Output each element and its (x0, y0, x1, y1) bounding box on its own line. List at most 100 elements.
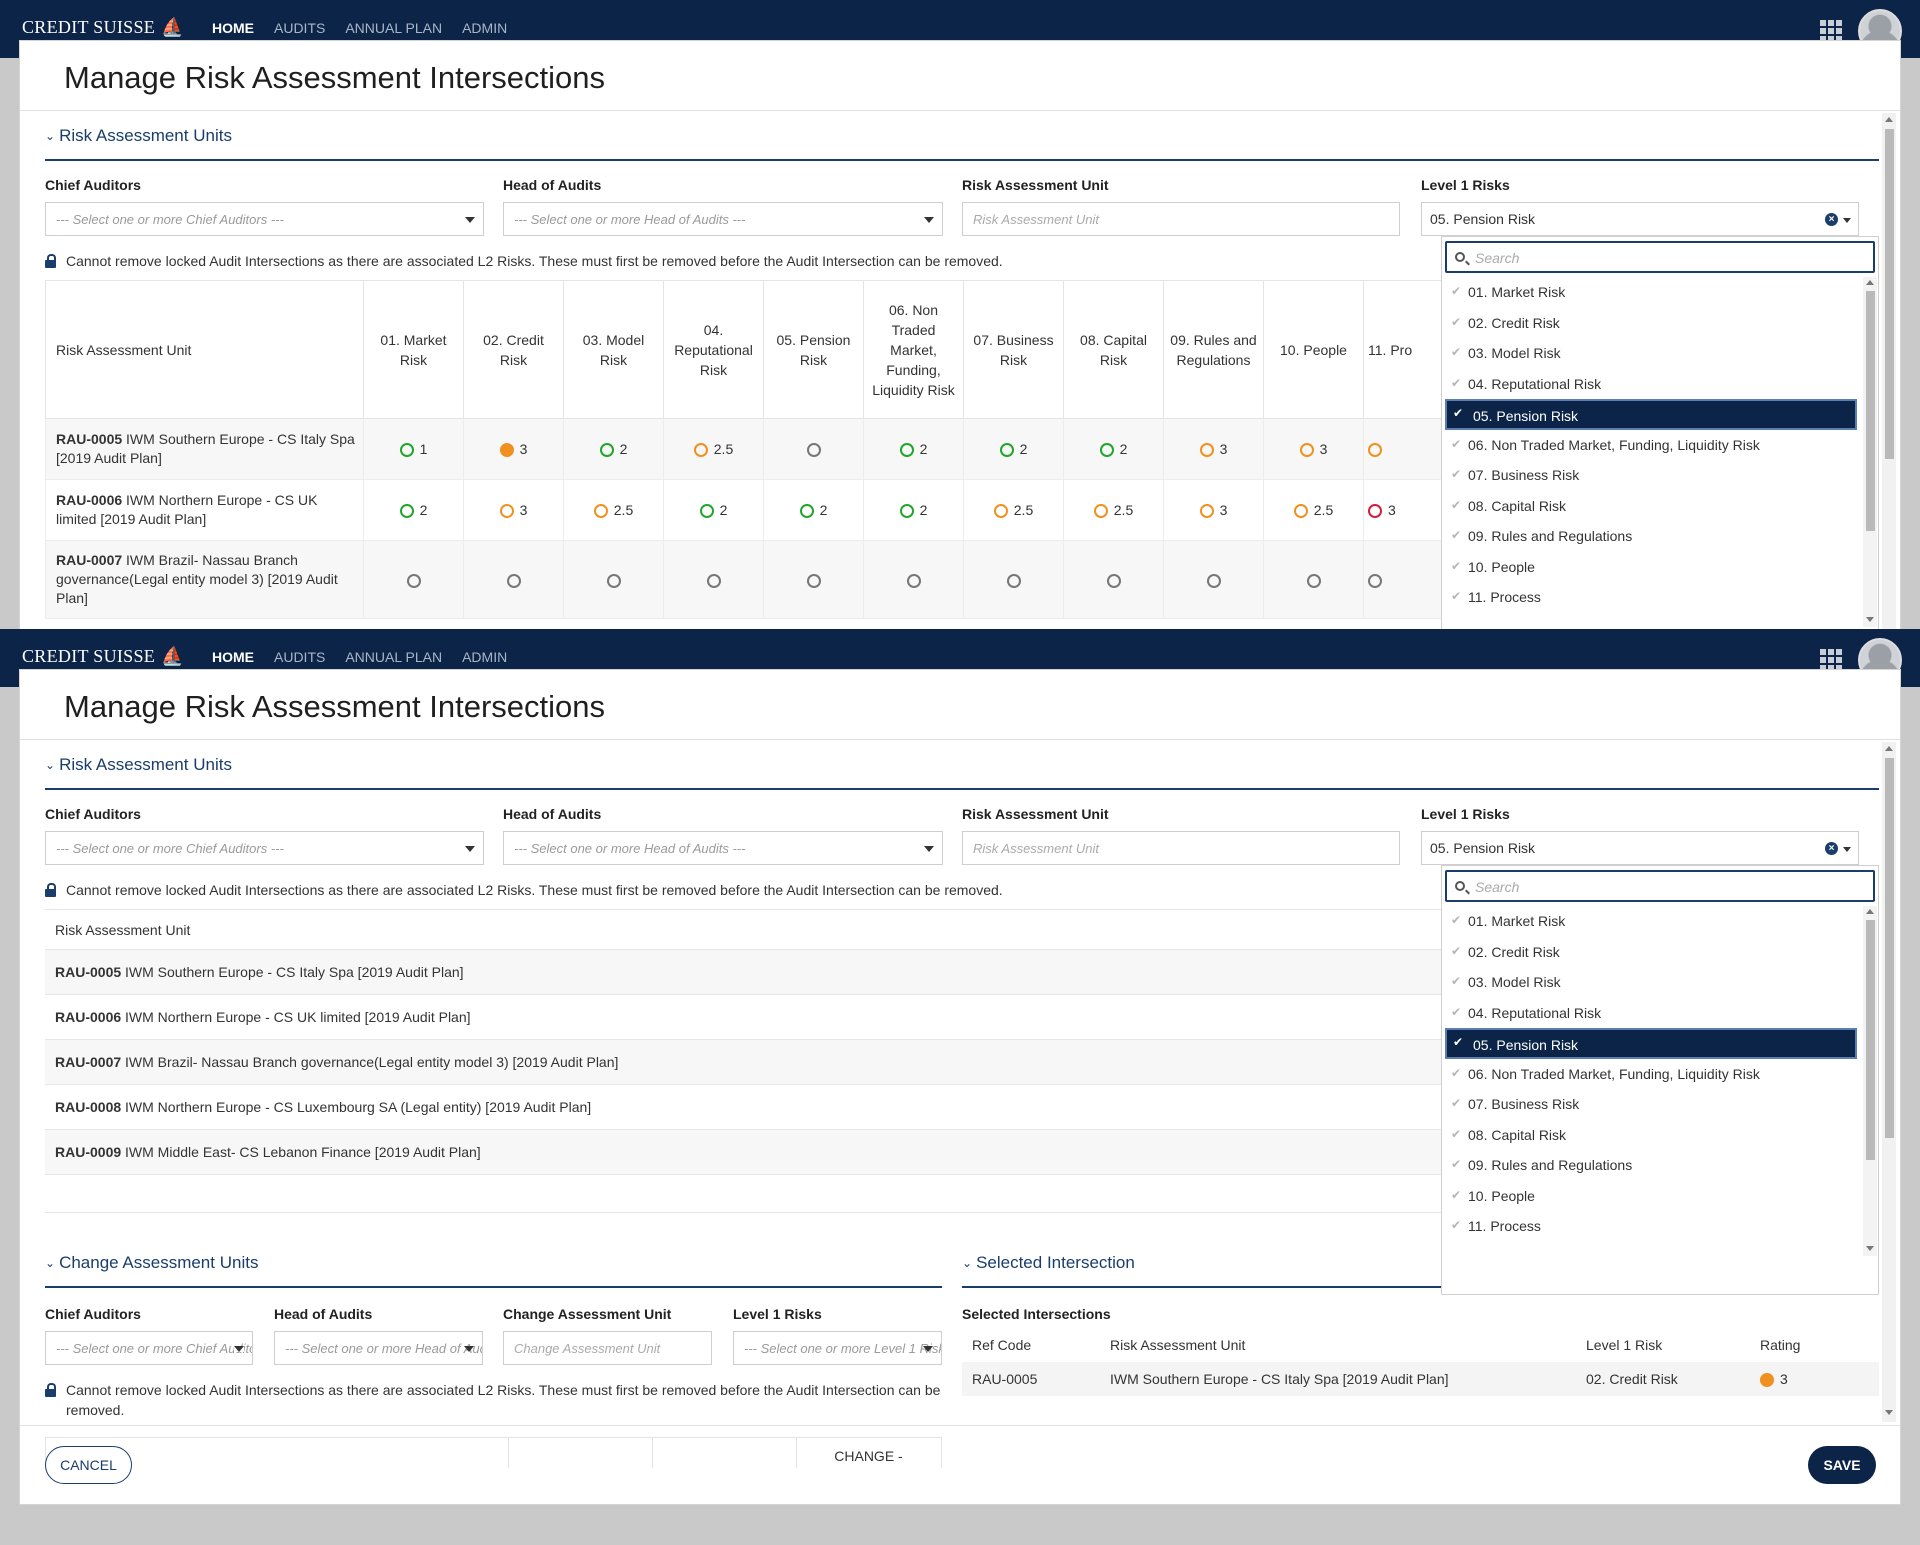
rating-cell[interactable]: 2 (1063, 418, 1164, 480)
brand-logo[interactable]: CREDIT SUISSE ⛵ (22, 646, 184, 667)
selected-row[interactable]: RAU-0005 IWM Southern Europe - CS Italy … (962, 1362, 1879, 1396)
dropdown-search-input[interactable]: Search (1445, 241, 1875, 273)
rating-cell[interactable] (863, 540, 964, 619)
scroll-thumb[interactable] (1885, 758, 1894, 1138)
rating-cell[interactable] (763, 418, 864, 480)
rating-cell[interactable]: 2.5 (563, 479, 664, 541)
rating-cell[interactable]: 2.5 (663, 418, 764, 480)
dropdown-scrollbar[interactable] (1863, 906, 1877, 1256)
scroll-thumb[interactable] (1866, 920, 1875, 1160)
rating-cell[interactable] (963, 540, 1064, 619)
scroll-down-arrow[interactable] (1885, 1410, 1893, 1415)
rating-cell[interactable]: 1 (363, 418, 464, 480)
grid-col-reputational[interactable]: 04. Reputational Risk (663, 280, 764, 419)
grid-col-nontraded[interactable]: 06. Non Traded Market, Funding, Liquidit… (863, 280, 964, 419)
rating-cell[interactable]: 3 (463, 479, 564, 541)
dropdown-option[interactable]: ✔ 01. Market Risk (1442, 277, 1860, 308)
rating-cell[interactable] (763, 540, 864, 619)
cau-section-header[interactable]: ⌄ Change Assessment Units (45, 1253, 258, 1273)
chief-auditors-select[interactable]: --- Select one or more Chief Auditors --… (45, 202, 484, 236)
grid-col-model[interactable]: 03. Model Risk (563, 280, 664, 419)
dropdown-option[interactable]: ✔ 11. Process (1442, 582, 1860, 613)
rating-cell[interactable]: 3 (1163, 418, 1264, 480)
dropdown-search-input[interactable]: Search (1445, 870, 1875, 902)
rating-cell[interactable]: 2 (863, 479, 964, 541)
scroll-down-arrow[interactable] (1866, 1246, 1874, 1251)
dropdown-option[interactable]: ✔ 07. Business Risk (1442, 460, 1860, 491)
dropdown-option[interactable]: ✔ 04. Reputational Risk (1442, 998, 1860, 1029)
scroll-up-arrow[interactable] (1885, 746, 1893, 751)
cau-chief-auditors-select[interactable]: --- Select one or more Chief Auditors --… (45, 1331, 253, 1365)
grid-col-people[interactable]: 10. People (1263, 280, 1364, 419)
rating-cell[interactable]: 2 (563, 418, 664, 480)
rating-cell[interactable] (663, 540, 764, 619)
grid-col-capital[interactable]: 08. Capital Risk (1063, 280, 1164, 419)
rating-cell[interactable]: 2 (763, 479, 864, 541)
level1-select[interactable]: 05. Pension Risk × (1421, 831, 1859, 865)
dropdown-option-selected[interactable]: ✔ 05. Pension Risk (1445, 399, 1857, 430)
modal-scrollbar[interactable] (1882, 113, 1896, 629)
rating-cell[interactable] (1063, 540, 1164, 619)
nav-audits[interactable]: AUDITS (274, 649, 325, 665)
rating-cell[interactable]: 3 (1163, 479, 1264, 541)
dropdown-option[interactable]: ✔ 06. Non Traded Market, Funding, Liquidi… (1442, 430, 1860, 461)
clear-icon[interactable]: × (1825, 842, 1838, 855)
cau-head-of-audits-select[interactable]: --- Select one or more Head of Audits --… (274, 1331, 483, 1365)
grid-col-pension[interactable]: 05. Pension Risk (763, 280, 864, 419)
scroll-up-arrow[interactable] (1866, 280, 1874, 285)
dropdown-option[interactable]: ✔ 04. Reputational Risk (1442, 369, 1860, 400)
head-of-audits-select[interactable]: --- Select one or more Head of Audits --… (503, 202, 943, 236)
rating-cell[interactable] (563, 540, 664, 619)
scroll-up-arrow[interactable] (1866, 909, 1874, 914)
rau-input[interactable]: Risk Assessment Unit (962, 831, 1400, 865)
cau-level1-select[interactable]: --- Select one or more Level 1 Risks --- (733, 1331, 942, 1365)
dropdown-option-selected[interactable]: ✔ 05. Pension Risk (1445, 1028, 1857, 1059)
rating-cell[interactable]: 2.5 (1263, 479, 1364, 541)
nav-admin[interactable]: ADMIN (462, 649, 507, 665)
chief-auditors-select[interactable]: --- Select one or more Chief Auditors --… (45, 831, 484, 865)
apps-grid-icon[interactable] (1820, 20, 1842, 42)
rating-cell[interactable] (1163, 540, 1264, 619)
rating-cell[interactable] (463, 540, 564, 619)
dropdown-option[interactable]: ✔ 09. Rules and Regulations (1442, 521, 1860, 552)
scroll-thumb[interactable] (1866, 291, 1875, 531)
dropdown-option[interactable]: ✔ 03. Model Risk (1442, 338, 1860, 369)
head-of-audits-select[interactable]: --- Select one or more Head of Audits --… (503, 831, 943, 865)
dropdown-option[interactable]: ✔ 01. Market Risk (1442, 906, 1860, 937)
modal-scrollbar[interactable] (1882, 742, 1896, 1422)
level1-select[interactable]: 05. Pension Risk × (1421, 202, 1859, 236)
dropdown-option[interactable]: ✔ 10. People (1442, 552, 1860, 583)
rating-cell[interactable]: 2 (363, 479, 464, 541)
rau-section-header[interactable]: ⌄ Risk Assessment Units (45, 755, 232, 775)
scroll-up-arrow[interactable] (1885, 117, 1893, 122)
nav-audits[interactable]: AUDITS (274, 20, 325, 36)
rating-cell[interactable]: 2 (963, 418, 1064, 480)
dropdown-scrollbar[interactable] (1863, 277, 1877, 627)
rating-cell[interactable]: 3 (1263, 418, 1364, 480)
rau-input[interactable]: Risk Assessment Unit (962, 202, 1400, 236)
scroll-thumb[interactable] (1885, 129, 1894, 459)
rating-cell[interactable]: 2.5 (1063, 479, 1164, 541)
rau-section-header[interactable]: ⌄ Risk Assessment Units (45, 126, 232, 146)
grid-col-business[interactable]: 07. Business Risk (963, 280, 1064, 419)
dropdown-option[interactable]: ✔ 11. Process (1442, 1211, 1860, 1242)
dropdown-option[interactable]: ✔ 06. Non Traded Market, Funding, Liquidi… (1442, 1059, 1860, 1090)
clear-icon[interactable]: × (1825, 213, 1838, 226)
grid-col-market[interactable]: 01. Market Risk (363, 280, 464, 419)
rating-cell[interactable]: 2.5 (963, 479, 1064, 541)
selected-section-header[interactable]: ⌄ Selected Intersection (962, 1253, 1135, 1273)
rating-cell[interactable]: 2 (863, 418, 964, 480)
nav-admin[interactable]: ADMIN (462, 20, 507, 36)
dropdown-option[interactable]: ✔ 02. Credit Risk (1442, 937, 1860, 968)
nav-home[interactable]: HOME (212, 20, 254, 36)
dropdown-option[interactable]: ✔ 07. Business Risk (1442, 1089, 1860, 1120)
scroll-down-arrow[interactable] (1866, 617, 1874, 622)
rating-cell[interactable] (1263, 540, 1364, 619)
dropdown-option[interactable]: ✔ 02. Credit Risk (1442, 308, 1860, 339)
brand-logo[interactable]: CREDIT SUISSE ⛵ (22, 17, 184, 38)
dropdown-option[interactable]: ✔ 08. Capital Risk (1442, 1120, 1860, 1151)
apps-grid-icon[interactable] (1820, 649, 1842, 671)
nav-annual-plan[interactable]: ANNUAL PLAN (345, 649, 442, 665)
cau-input[interactable]: Change Assessment Unit (503, 1331, 712, 1365)
dropdown-option[interactable]: ✔ 09. Rules and Regulations (1442, 1150, 1860, 1181)
